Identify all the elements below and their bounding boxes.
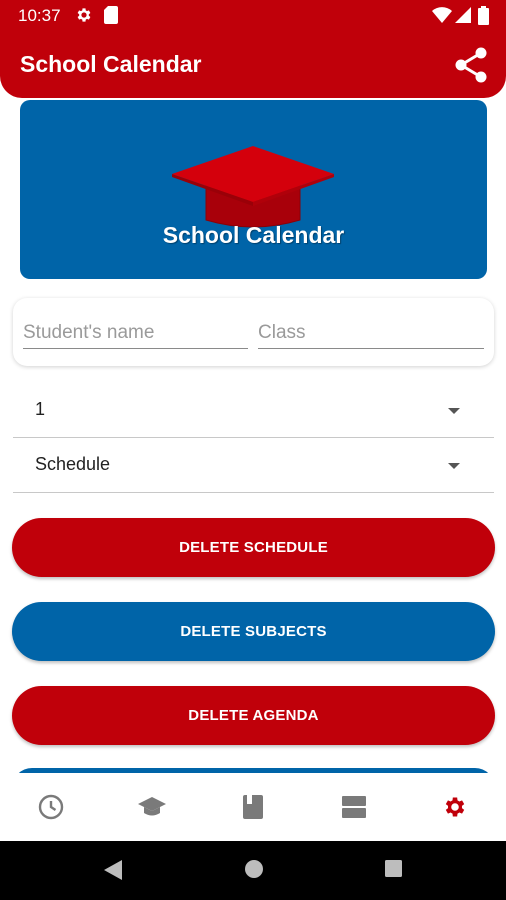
recents-square-icon: [385, 860, 402, 877]
wifi-icon: [432, 6, 452, 29]
clock-icon: [38, 794, 64, 820]
nav-item-clock[interactable]: [31, 789, 71, 825]
class-input[interactable]: [258, 317, 484, 349]
delete-agenda-button[interactable]: DELETE AGENDA: [12, 686, 495, 745]
sd-card-icon: [104, 6, 118, 29]
nav-item-settings[interactable]: [435, 789, 475, 825]
number-dropdown-value: 1: [35, 399, 46, 419]
book-icon: [243, 795, 263, 819]
dropdown-arrow-icon: [448, 463, 460, 469]
home-button[interactable]: [244, 859, 264, 884]
banner-title: School Calendar: [162, 222, 345, 248]
back-triangle-icon: [104, 860, 122, 880]
settings-gear-icon: [445, 797, 465, 817]
delete-schedule-button[interactable]: DELETE SCHEDULE: [12, 518, 495, 577]
number-dropdown[interactable]: 1: [13, 384, 494, 438]
student-info-card: [13, 298, 494, 366]
share-button[interactable]: [452, 46, 490, 84]
system-navigation-bar: [0, 841, 506, 900]
nav-item-school[interactable]: [132, 789, 172, 825]
app-header: 10:37 School Calendar: [0, 0, 506, 98]
bottom-navigation: [0, 773, 506, 841]
header-banner: School Calendar: [20, 100, 487, 279]
status-bar: 10:37: [0, 0, 506, 32]
graduation-cap-icon: [138, 797, 166, 816]
gear-icon: [75, 6, 93, 29]
battery-icon: [478, 6, 489, 30]
dropdown-arrow-icon: [448, 408, 460, 414]
share-icon: [455, 47, 487, 83]
type-dropdown[interactable]: Schedule: [13, 439, 494, 493]
signal-icon: [455, 6, 471, 29]
student-name-input[interactable]: [23, 317, 248, 349]
view-agenda-icon: [342, 796, 366, 818]
nav-item-book[interactable]: [233, 789, 273, 825]
delete-subjects-button[interactable]: DELETE SUBJECTS: [12, 602, 495, 661]
home-circle-icon: [245, 860, 263, 878]
type-dropdown-value: Schedule: [35, 454, 111, 474]
recents-button[interactable]: [384, 859, 403, 883]
app-title: School Calendar: [20, 51, 202, 77]
nav-item-agenda[interactable]: [334, 789, 374, 825]
status-time: 10:37: [18, 6, 61, 25]
back-button[interactable]: [103, 859, 123, 886]
